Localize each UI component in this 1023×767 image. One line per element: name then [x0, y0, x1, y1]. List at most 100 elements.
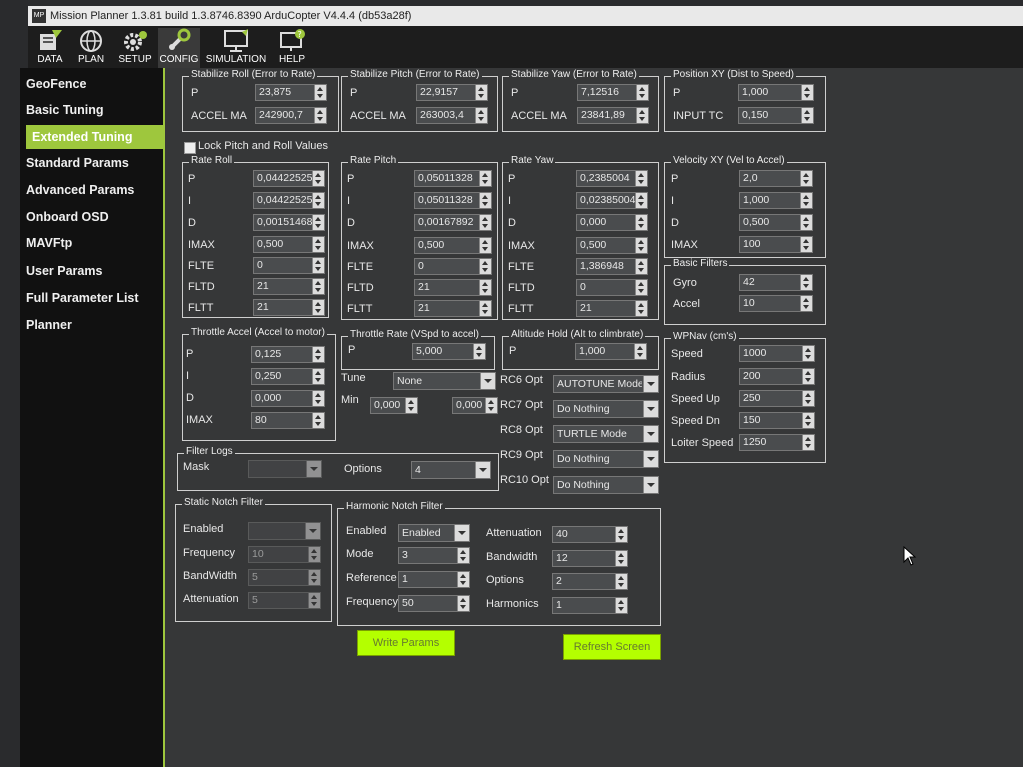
vel-xy-p-input[interactable]: 2,0 — [739, 170, 813, 187]
spinner-icon[interactable] — [636, 108, 648, 123]
tune-select[interactable]: None — [393, 372, 496, 390]
vel-xy-d-input[interactable]: 0,500 — [739, 214, 813, 231]
throttle-accel-p-input[interactable]: 0,125 — [251, 346, 325, 363]
wpnav-loiter-speed-input[interactable]: 1250 — [739, 434, 815, 451]
sidebar-item-advanced-params[interactable]: Advanced Params — [26, 178, 176, 202]
plan-button[interactable]: PLAN — [74, 28, 108, 68]
rate-roll-d-input[interactable]: 0,00151468 — [253, 214, 325, 231]
config-button[interactable]: CONFIG — [158, 28, 200, 68]
sidebar-item-user-params[interactable]: User Params — [26, 259, 176, 283]
rate-yaw-flte-input[interactable]: 1,386948 — [576, 258, 648, 275]
spinner-icon[interactable] — [802, 369, 814, 384]
spinner-icon[interactable] — [312, 193, 324, 208]
throttle-accel-d-input[interactable]: 0,000 — [251, 390, 325, 407]
spinner-icon[interactable] — [635, 280, 647, 295]
filter-options-select[interactable]: 4 — [411, 461, 491, 479]
spinner-icon[interactable] — [312, 347, 324, 362]
spinner-icon[interactable] — [801, 85, 813, 100]
spinner-icon[interactable] — [479, 259, 491, 274]
spinner-icon[interactable] — [314, 108, 326, 123]
rate-pitch-imax-input[interactable]: 0,500 — [414, 237, 492, 254]
spinner-icon[interactable] — [479, 280, 491, 295]
throttle-accel-imax-input[interactable]: 80 — [251, 412, 325, 429]
rate-yaw-i-input[interactable]: 0,02385004 — [576, 192, 648, 209]
sidebar-item-full-parameter-list[interactable]: Full Parameter List — [26, 286, 176, 310]
spinner-icon[interactable] — [802, 391, 814, 406]
spinner-icon[interactable] — [457, 548, 469, 563]
spinner-icon[interactable] — [479, 193, 491, 208]
gyro-filter-input[interactable]: 42 — [739, 274, 813, 291]
spinner-icon[interactable] — [635, 238, 647, 253]
tune-max-input[interactable]: 0,000 — [452, 397, 498, 414]
spinner-icon[interactable] — [479, 171, 491, 186]
harmonic-notch-enabled-select[interactable]: Enabled — [398, 524, 470, 542]
spinner-icon[interactable] — [802, 435, 814, 450]
spinner-icon[interactable] — [635, 301, 647, 316]
sidebar-item-onboard-osd[interactable]: Onboard OSD — [26, 205, 176, 229]
rate-yaw-fltt-input[interactable]: 21 — [576, 300, 648, 317]
vel-xy-i-input[interactable]: 1,000 — [739, 192, 813, 209]
spinner-icon[interactable] — [479, 301, 491, 316]
stab-roll-p-input[interactable]: 23,875 — [255, 84, 327, 101]
spinner-icon[interactable] — [312, 413, 324, 428]
spinner-icon[interactable] — [308, 593, 320, 608]
spinner-icon[interactable] — [801, 108, 813, 123]
chevron-down-icon[interactable] — [454, 525, 469, 541]
rate-roll-p-input[interactable]: 0,04422525 — [253, 170, 325, 187]
sidebar-item-basic-tuning[interactable]: Basic Tuning — [26, 98, 176, 122]
spinner-icon[interactable] — [312, 279, 324, 294]
chevron-down-icon[interactable] — [643, 451, 658, 467]
rate-pitch-d-input[interactable]: 0,00167892 — [414, 214, 492, 231]
spinner-icon[interactable] — [312, 391, 324, 406]
spinner-icon[interactable] — [800, 275, 812, 290]
chevron-down-icon[interactable] — [643, 401, 658, 417]
harmonic-notch-frequency-input[interactable]: 50 — [398, 595, 470, 612]
spinner-icon[interactable] — [635, 171, 647, 186]
rc10-opt-select[interactable]: Do Nothing — [553, 476, 659, 494]
rc6-opt-select[interactable]: AUTOTUNE Mode — [553, 375, 659, 393]
harmonic-notch-harmonics-input[interactable]: 1 — [552, 597, 628, 614]
rate-roll-fltd-input[interactable]: 21 — [253, 278, 325, 295]
stab-yaw-p-input[interactable]: 7,12516 — [577, 84, 649, 101]
stab-pitch-accel-input[interactable]: 263003,4 — [416, 107, 488, 124]
help-button[interactable]: ? HELP — [274, 28, 310, 68]
stab-yaw-accel-input[interactable]: 23841,89 — [577, 107, 649, 124]
spinner-icon[interactable] — [800, 171, 812, 186]
harmonic-notch-options-input[interactable]: 2 — [552, 573, 628, 590]
spinner-icon[interactable] — [800, 215, 812, 230]
pos-xy-p-input[interactable]: 1,000 — [738, 84, 814, 101]
spinner-icon[interactable] — [800, 296, 812, 311]
spinner-icon[interactable] — [308, 547, 320, 562]
rate-roll-imax-input[interactable]: 0,500 — [253, 236, 325, 253]
harmonic-notch-reference-input[interactable]: 1 — [398, 571, 470, 588]
spinner-icon[interactable] — [312, 258, 324, 273]
rate-yaw-p-input[interactable]: 0,2385004 — [576, 170, 648, 187]
sidebar-item-mavftp[interactable]: MAVFtp — [26, 231, 176, 255]
stab-roll-accel-input[interactable]: 242900,7 — [255, 107, 327, 124]
chevron-down-icon[interactable] — [643, 426, 658, 442]
rate-roll-i-input[interactable]: 0,04422525 — [253, 192, 325, 209]
sidebar-item-planner[interactable]: Planner — [26, 313, 176, 337]
chevron-down-icon[interactable] — [305, 523, 320, 539]
rate-roll-flte-input[interactable]: 0 — [253, 257, 325, 274]
static-notch-attenuation-input[interactable]: 5 — [248, 592, 321, 609]
chevron-down-icon[interactable] — [643, 477, 658, 493]
spinner-icon[interactable] — [312, 237, 324, 252]
chevron-down-icon[interactable] — [480, 373, 495, 389]
setup-button[interactable]: SETUP — [116, 28, 154, 68]
write-params-button[interactable]: Write Params — [357, 630, 455, 656]
spinner-icon[interactable] — [475, 85, 487, 100]
static-notch-bandwidth-input[interactable]: 5 — [248, 569, 321, 586]
rate-pitch-flte-input[interactable]: 0 — [414, 258, 492, 275]
tune-min-input[interactable]: 0,000 — [370, 397, 418, 414]
sidebar-item-geofence[interactable]: GeoFence — [26, 72, 176, 96]
harmonic-notch-bandwidth-input[interactable]: 12 — [552, 550, 628, 567]
harmonic-notch-mode-input[interactable]: 3 — [398, 547, 470, 564]
rate-yaw-fltd-input[interactable]: 0 — [576, 279, 648, 296]
spinner-icon[interactable] — [479, 215, 491, 230]
wpnav-radius-input[interactable]: 200 — [739, 368, 815, 385]
spinner-icon[interactable] — [635, 215, 647, 230]
spinner-icon[interactable] — [475, 108, 487, 123]
wpnav-speed-dn-input[interactable]: 150 — [739, 412, 815, 429]
spinner-icon[interactable] — [800, 237, 812, 252]
